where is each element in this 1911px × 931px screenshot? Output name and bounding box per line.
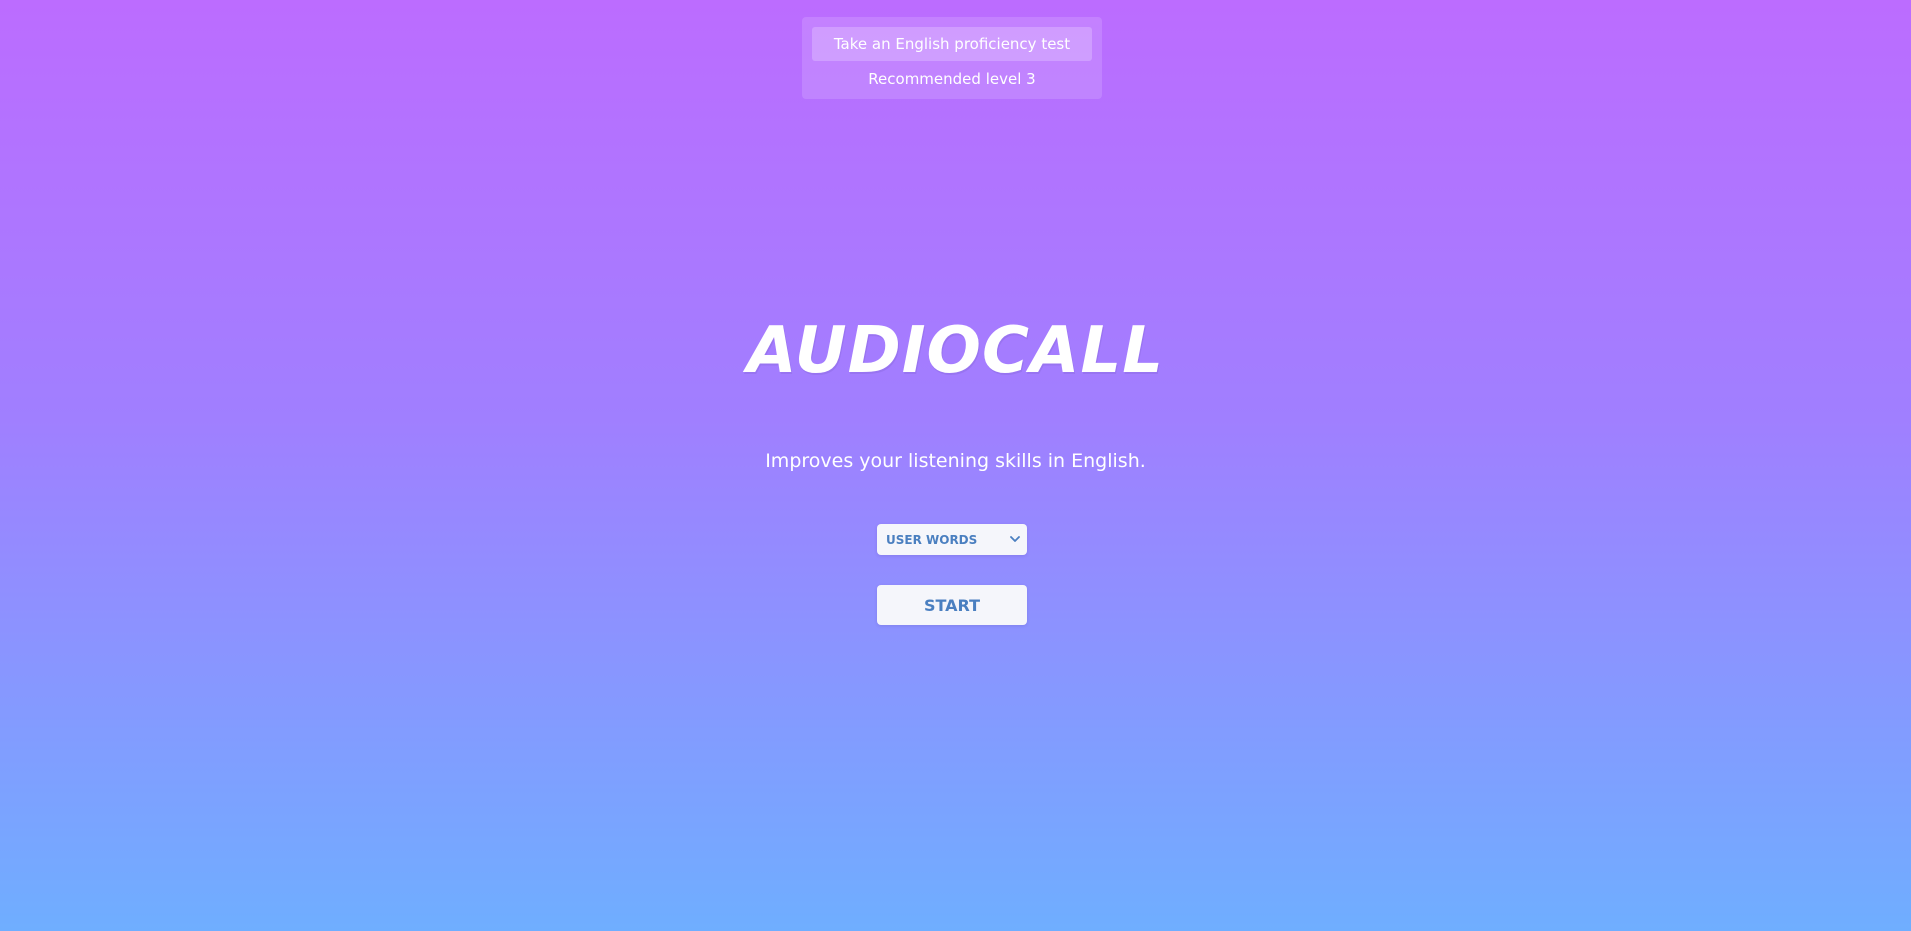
word-source-select[interactable]: USER WORDS [877,524,1027,555]
word-source-select-wrapper: USER WORDS [877,524,1027,555]
recommended-level-text: Recommended level 3 [868,70,1036,88]
start-button[interactable]: START [877,585,1027,625]
proficiency-test-panel: Take an English proficiency test Recomme… [802,17,1102,99]
proficiency-test-button[interactable]: Take an English proficiency test [812,27,1092,61]
game-description: Improves your listening skills in Englis… [765,450,1146,472]
game-title: AUDIOCALL [746,314,1165,388]
